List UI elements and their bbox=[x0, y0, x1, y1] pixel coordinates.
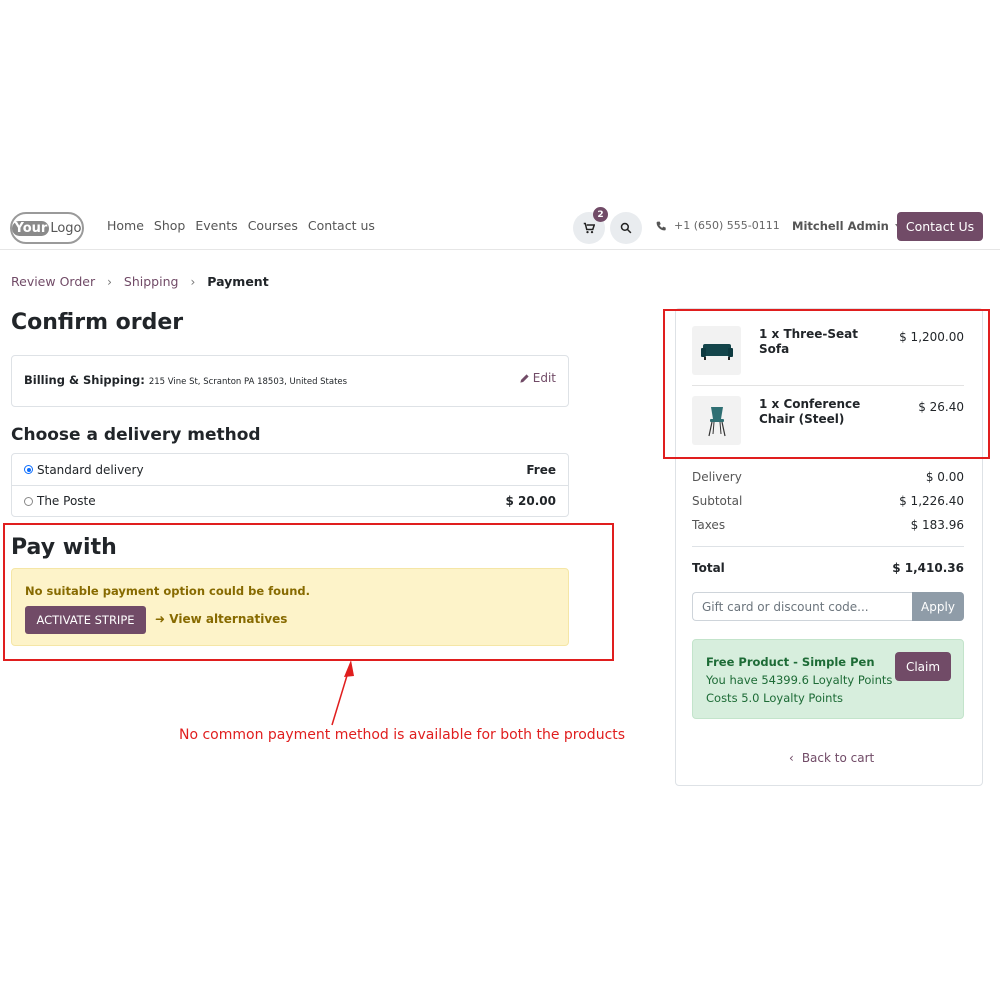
summary-item-sofa: 1 x Three-Seat Sofa $ 1,200.00 bbox=[692, 326, 964, 386]
product-thumbnail[interactable] bbox=[692, 396, 741, 445]
annotation-arrow bbox=[331, 660, 354, 726]
promo-code-form: Apply bbox=[692, 592, 964, 621]
arrow-right-icon: ➜ bbox=[155, 612, 166, 626]
nav-item-events[interactable]: Events bbox=[195, 218, 237, 233]
nav-item-home[interactable]: Home bbox=[107, 218, 144, 233]
main-nav: Home Shop Events Courses Contact us bbox=[107, 218, 375, 233]
summary-label: Delivery bbox=[692, 470, 742, 484]
reward-title: Free Product - Simple Pen bbox=[706, 655, 875, 669]
reward-points-cost: Costs 5.0 Loyalty Points bbox=[706, 691, 843, 705]
cart-count-badge: 2 bbox=[593, 207, 608, 222]
page-title: Confirm order bbox=[11, 310, 184, 335]
phone-icon bbox=[656, 221, 666, 230]
delivery-option-standard[interactable]: Standard delivery Free bbox=[12, 454, 568, 485]
breadcrumb-payment: Payment bbox=[207, 274, 269, 289]
chevron-right-icon: › bbox=[190, 274, 196, 289]
logo-text-your: Your bbox=[12, 220, 50, 236]
summary-total-row: Total $ 1,410.36 bbox=[692, 561, 964, 575]
back-to-cart-link[interactable]: ‹ Back to cart bbox=[789, 751, 874, 765]
delivery-price: Free bbox=[526, 462, 556, 477]
nav-item-courses[interactable]: Courses bbox=[248, 218, 298, 233]
view-alternatives-link[interactable]: ➜ View alternatives bbox=[155, 612, 287, 626]
site-logo[interactable]: Your Logo bbox=[10, 212, 84, 244]
edit-address-link[interactable]: Edit bbox=[519, 371, 556, 385]
item-name[interactable]: 1 x Conference Chair (Steel) bbox=[759, 397, 884, 427]
item-price: $ 1,200.00 bbox=[899, 330, 964, 344]
summary-item-chair: 1 x Conference Chair (Steel) $ 26.40 bbox=[692, 396, 964, 456]
summary-label: Taxes bbox=[692, 518, 726, 532]
cart-button[interactable]: 2 bbox=[573, 207, 608, 244]
search-button[interactable] bbox=[610, 212, 642, 244]
phone-contact[interactable]: +1 (650) 555-0111 bbox=[656, 219, 780, 232]
radio-checked[interactable] bbox=[24, 465, 33, 474]
phone-number: +1 (650) 555-0111 bbox=[674, 219, 780, 232]
summary-value: $ 0.00 bbox=[925, 470, 964, 484]
item-price: $ 26.40 bbox=[918, 400, 964, 414]
user-name: Mitchell Admin bbox=[792, 219, 889, 233]
contact-us-button[interactable]: Contact Us bbox=[897, 212, 983, 241]
billing-card: Billing & Shipping: 215 Vine St, Scranto… bbox=[11, 355, 569, 407]
item-name[interactable]: 1 x Three-Seat Sofa bbox=[759, 327, 884, 357]
nav-item-shop[interactable]: Shop bbox=[154, 218, 185, 233]
divider bbox=[692, 385, 964, 386]
chair-icon bbox=[707, 406, 726, 436]
divider bbox=[692, 546, 964, 547]
radio-unchecked[interactable] bbox=[24, 496, 33, 506]
promo-code-input[interactable] bbox=[692, 592, 912, 621]
claim-button[interactable]: Claim bbox=[895, 652, 951, 681]
product-thumbnail[interactable] bbox=[692, 326, 741, 375]
pencil-icon bbox=[520, 373, 529, 383]
chevron-right-icon: › bbox=[107, 274, 112, 289]
logo-text-logo: Logo bbox=[50, 220, 82, 236]
loyalty-reward-alert: Free Product - Simple Pen You have 54399… bbox=[692, 639, 964, 719]
delivery-name: Standard delivery bbox=[37, 462, 144, 477]
summary-taxes-row: Taxes $ 183.96 bbox=[692, 518, 964, 532]
billing-label: Billing & Shipping: bbox=[24, 373, 145, 387]
summary-label: Subtotal bbox=[692, 494, 743, 508]
delivery-name: The Poste bbox=[37, 494, 96, 508]
breadcrumb: Review Order › Shipping › Payment bbox=[11, 274, 269, 289]
summary-delivery-row: Delivery $ 0.00 bbox=[692, 470, 964, 484]
site-header: Your Logo Home Shop Events Courses Contac… bbox=[0, 204, 1000, 250]
reward-points-available: You have 54399.6 Loyalty Points bbox=[706, 673, 893, 687]
billing-info: Billing & Shipping: 215 Vine St, Scranto… bbox=[24, 373, 347, 387]
summary-value: $ 1,226.40 bbox=[899, 494, 964, 508]
breadcrumb-review-order[interactable]: Review Order bbox=[11, 274, 95, 289]
breadcrumb-shipping[interactable]: Shipping bbox=[124, 274, 179, 289]
delivery-title: Choose a delivery method bbox=[11, 425, 261, 445]
annotation-text: No common payment method is available fo… bbox=[179, 727, 626, 743]
summary-value: $ 183.96 bbox=[910, 518, 964, 532]
pay-with-title: Pay with bbox=[11, 535, 117, 560]
user-menu[interactable]: Mitchell Admin bbox=[792, 219, 901, 233]
delivery-price: $ 20.00 bbox=[505, 494, 556, 508]
edit-label: Edit bbox=[532, 371, 556, 385]
payment-warning-alert: No suitable payment option could be foun… bbox=[11, 568, 569, 646]
back-to-cart-label: Back to cart bbox=[801, 751, 875, 765]
delivery-method-list: Standard delivery Free The Poste $ 20.00 bbox=[11, 453, 569, 517]
sofa-icon bbox=[700, 343, 733, 360]
cart-icon bbox=[583, 222, 595, 234]
nav-item-contact[interactable]: Contact us bbox=[308, 218, 375, 233]
view-alternatives-label: View alternatives bbox=[169, 612, 288, 626]
payment-warning-message: No suitable payment option could be foun… bbox=[25, 584, 311, 598]
delivery-option-poste[interactable]: The Poste $ 20.00 bbox=[12, 485, 568, 516]
apply-button[interactable]: Apply bbox=[912, 592, 964, 621]
chevron-left-icon: ‹ bbox=[789, 751, 794, 765]
activate-stripe-button[interactable]: ACTIVATE STRIPE bbox=[25, 606, 146, 634]
summary-label: Total bbox=[692, 561, 725, 575]
search-icon bbox=[620, 222, 632, 234]
summary-subtotal-row: Subtotal $ 1,226.40 bbox=[692, 494, 964, 508]
billing-address: 215 Vine St, Scranton PA 18503, United S… bbox=[148, 377, 348, 387]
summary-value: $ 1,410.36 bbox=[892, 561, 964, 575]
